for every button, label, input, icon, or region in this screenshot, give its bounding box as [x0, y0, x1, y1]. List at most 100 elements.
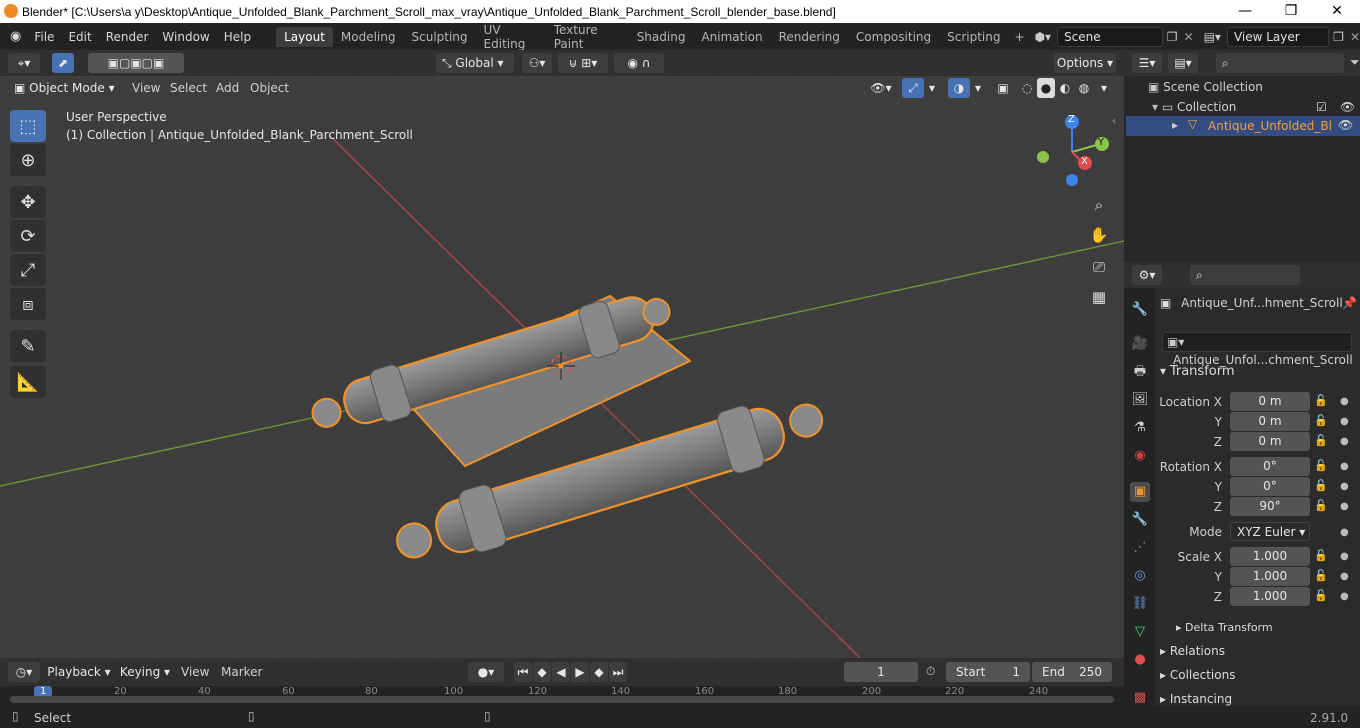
play-icon[interactable]: ▶ — [571, 662, 589, 682]
select-box-tool-icon[interactable]: ⬚ — [10, 110, 46, 142]
jump-end-icon[interactable]: ⏭ — [609, 662, 627, 682]
keyframe-scale-z-icon[interactable]: ● — [1340, 591, 1349, 602]
menu-help[interactable]: Help — [217, 30, 258, 44]
add-workspace-icon[interactable]: + — [1015, 30, 1025, 44]
keying-menu[interactable]: Keying ▾ — [116, 662, 174, 682]
tab-texture-paint[interactable]: Texture Paint — [546, 20, 629, 54]
scene-copy-icon[interactable]: ❐ — [1167, 30, 1178, 44]
object-expand-icon[interactable]: ▸ — [1172, 118, 1178, 132]
viewlayer-field[interactable]: View Layer — [1226, 26, 1330, 47]
maximize-button[interactable]: ❐ — [1268, 0, 1314, 23]
view-layer-tab-icon[interactable]: 🖼 — [1130, 390, 1150, 410]
jump-start-icon[interactable]: ⏮ — [514, 662, 532, 682]
lock-scale-y-icon[interactable]: 🔓 — [1314, 569, 1328, 582]
selection-mode-icons[interactable]: ▣▢▣▢▣ — [88, 53, 184, 73]
shading-solid-icon[interactable]: ● — [1037, 78, 1055, 98]
physics-tab-icon[interactable]: ◎ — [1130, 566, 1150, 586]
tab-scripting[interactable]: Scripting — [939, 27, 1008, 47]
auto-keying-icon[interactable]: ●▾ — [468, 662, 504, 682]
location-z-field[interactable]: 0 m — [1230, 432, 1310, 451]
sidebar-toggle-icon[interactable]: ‹ — [1112, 116, 1116, 127]
delta-transform-header[interactable]: ▸ Delta Transform — [1176, 621, 1273, 634]
keyframe-location-z-icon[interactable]: ● — [1340, 436, 1349, 447]
camera-icon[interactable]: ⎚ — [1086, 254, 1112, 280]
properties-editor-icon[interactable]: ⚙▾ — [1132, 265, 1162, 285]
overlay-toggle-icon[interactable]: ◑ — [948, 78, 970, 98]
start-frame-field[interactable]: Start 1 — [946, 662, 1030, 682]
tab-animation[interactable]: Animation — [693, 27, 770, 47]
menu-window[interactable]: Window — [155, 30, 216, 44]
perspective-grid-icon[interactable]: ▦ — [1086, 284, 1112, 310]
keyframe-rotation-x-icon[interactable]: ● — [1340, 461, 1349, 472]
visibility-icon[interactable]: 👁▾ — [866, 78, 896, 98]
outliner-editor-icon[interactable]: ☰▾ — [1132, 53, 1162, 73]
shading-rendered-icon[interactable]: ◍ — [1075, 78, 1093, 98]
pivot-point-icon[interactable]: ⚇▾ — [522, 53, 552, 73]
timeline-scrub-area[interactable]: 1 20 40 60 80 100 120 140 160 180 200 22… — [0, 686, 1124, 706]
keyframe-rotation-z-icon[interactable]: ● — [1340, 501, 1349, 512]
overlay-dropdown-icon[interactable]: ▾ — [970, 78, 986, 98]
texture-tab-icon[interactable]: ▩ — [1130, 688, 1150, 708]
keyframe-location-y-icon[interactable]: ● — [1340, 416, 1349, 427]
play-reverse-icon[interactable]: ◀ — [552, 662, 570, 682]
relations-header[interactable]: ▸ Relations — [1160, 644, 1225, 658]
scale-x-field[interactable]: 1.000 — [1230, 547, 1310, 566]
lock-location-z-icon[interactable]: 🔓 — [1314, 434, 1328, 447]
lock-scale-x-icon[interactable]: 🔓 — [1314, 549, 1328, 562]
lock-location-x-icon[interactable]: 🔓 — [1314, 394, 1328, 407]
output-tab-icon[interactable]: 🖶 — [1130, 362, 1150, 382]
transform-orientation-dropdown[interactable]: ⤡ Global ▾ — [436, 53, 514, 73]
gizmo-toggle-icon[interactable]: ⤢ — [902, 78, 924, 98]
lock-rotation-y-icon[interactable]: 🔓 — [1314, 479, 1328, 492]
lock-rotation-z-icon[interactable]: 🔓 — [1314, 499, 1328, 512]
menu-edit[interactable]: Edit — [61, 30, 98, 44]
proportional-edit-icon[interactable]: ◉ ∩ — [614, 53, 664, 73]
collection-expand-icon[interactable]: ▾ — [1152, 100, 1162, 114]
world-tab-icon[interactable]: ◉ — [1130, 446, 1150, 466]
tab-shading[interactable]: Shading — [629, 27, 694, 47]
rotation-y-field[interactable]: 0° — [1230, 477, 1310, 496]
tab-sculpting[interactable]: Sculpting — [404, 27, 476, 47]
outliner-object-row[interactable]: ▸ ▽ Antique_Unfolded_Bl 👁 — [1126, 116, 1360, 136]
gizmo-dropdown-icon[interactable]: ▾ — [924, 78, 940, 98]
scale-tool-icon[interactable]: ⤢ — [10, 254, 46, 286]
3d-viewport[interactable]: User Perspective (1) Collection | Antiqu… — [0, 76, 1124, 658]
collection-visibility-icon[interactable]: 👁 — [1340, 100, 1355, 114]
navigation-gizmo[interactable]: Z Y X — [1030, 112, 1110, 192]
current-frame-field[interactable]: 1 — [844, 662, 918, 682]
viewlayer-icon[interactable]: ▤▾ — [1204, 30, 1221, 44]
render-tab-icon[interactable]: 🎥 — [1130, 334, 1150, 354]
editor-type-icon[interactable]: ⌖▾ — [8, 53, 40, 73]
close-button[interactable]: ✕ — [1314, 0, 1360, 23]
scene-icon[interactable]: ⬢▾ — [1035, 30, 1052, 44]
lock-scale-z-icon[interactable]: 🔓 — [1314, 589, 1328, 602]
viewlayer-copy-icon[interactable]: ❐ — [1333, 30, 1344, 44]
data-tab-icon[interactable]: ▽ — [1130, 622, 1150, 642]
tab-compositing[interactable]: Compositing — [848, 27, 939, 47]
move-tool-icon[interactable]: ✥ — [10, 186, 46, 218]
annotate-tool-icon[interactable]: ✎ — [10, 330, 46, 362]
viewlayer-remove-icon[interactable]: ✕ — [1350, 30, 1360, 44]
timeline-scrollbar[interactable] — [10, 696, 1114, 703]
tab-layout[interactable]: Layout — [276, 26, 333, 47]
scene-remove-icon[interactable]: ✕ — [1184, 30, 1194, 44]
tab-rendering[interactable]: Rendering — [771, 27, 848, 47]
rotation-z-field[interactable]: 90° — [1230, 497, 1310, 516]
particles-tab-icon[interactable]: ⋰ — [1130, 538, 1150, 558]
jump-keyframe-back-icon[interactable]: ◆ — [533, 662, 551, 682]
constraints-tab-icon[interactable]: ⛓ — [1130, 594, 1150, 614]
properties-search-field[interactable]: ⌕ — [1190, 265, 1300, 285]
display-mode-icon[interactable]: ▤▾ — [1168, 53, 1198, 73]
object-visibility-icon[interactable]: 👁 — [1338, 118, 1353, 132]
cursor-tool-icon[interactable]: ⊕ — [10, 144, 46, 176]
end-frame-field[interactable]: End 250 — [1032, 662, 1112, 682]
rotate-tool-icon[interactable]: ⟳ — [10, 220, 46, 252]
keyframe-location-x-icon[interactable]: ● — [1340, 396, 1349, 407]
menu-select[interactable]: Select — [170, 81, 207, 95]
menu-add[interactable]: Add — [216, 81, 239, 95]
outliner-search-field[interactable]: ⌕ — [1216, 53, 1344, 73]
scale-y-field[interactable]: 1.000 — [1230, 567, 1310, 586]
pan-hand-icon[interactable]: ✋ — [1086, 222, 1112, 248]
timeline-marker-menu[interactable]: Marker — [221, 665, 262, 679]
tab-uv-editing[interactable]: UV Editing — [476, 20, 546, 54]
